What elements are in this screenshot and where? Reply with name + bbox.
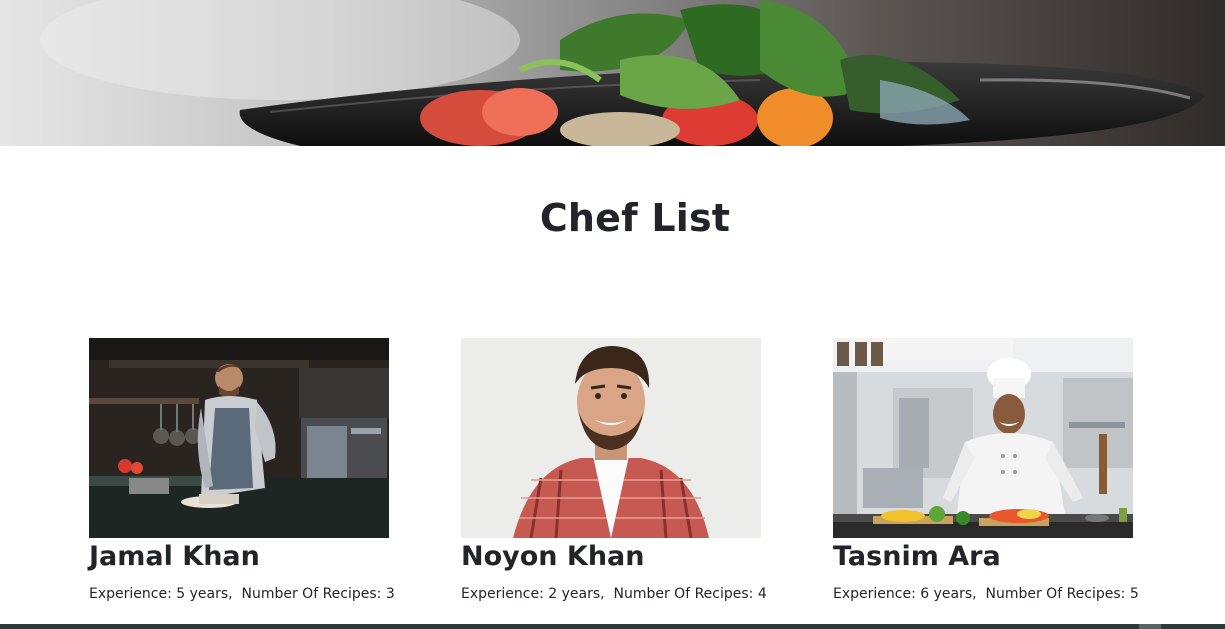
footer-bar: [0, 624, 1225, 629]
footer-accent: [1139, 624, 1161, 629]
hero-banner-image: [0, 0, 1225, 146]
chef-card: Noyon Khan Experience: 2 years, Number O…: [461, 338, 801, 602]
chef-recipes: Number Of Recipes: 4: [613, 586, 767, 602]
salad-plate-icon: [0, 0, 1225, 146]
chef-photo: [89, 338, 389, 538]
chef-photo: [833, 338, 1133, 538]
chef-experience: Experience: 6 years,: [833, 586, 977, 602]
woman-chef-kitchen-icon: [833, 338, 1133, 538]
chef-meta: Experience: 2 years, Number Of Recipes: …: [461, 586, 801, 602]
chef-in-kitchen-icon: [89, 338, 389, 538]
chef-meta: Experience: 6 years, Number Of Recipes: …: [833, 586, 1173, 602]
chef-experience: Experience: 2 years,: [461, 586, 605, 602]
chef-card: Jamal Khan Experience: 5 years, Number O…: [89, 338, 429, 602]
chef-name: Tasnim Ara: [833, 541, 1001, 572]
chef-experience: Experience: 5 years,: [89, 586, 233, 602]
chef-card: Tasnim Ara Experience: 6 years, Number O…: [833, 338, 1173, 602]
chef-recipes: Number Of Recipes: 3: [241, 586, 395, 602]
smiling-man-portrait-icon: [461, 338, 761, 538]
chef-meta: Experience: 5 years, Number Of Recipes: …: [89, 586, 429, 602]
chef-recipes: Number Of Recipes: 5: [985, 586, 1139, 602]
page-title: Chef List: [539, 196, 731, 240]
chef-name: Jamal Khan: [89, 541, 260, 572]
chef-photo: [461, 338, 761, 538]
chef-name: Noyon Khan: [461, 541, 645, 572]
